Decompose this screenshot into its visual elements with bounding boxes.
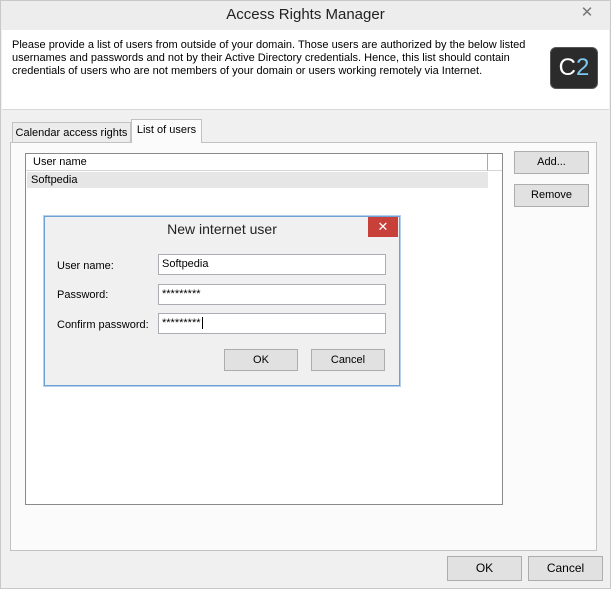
logo-letter: C xyxy=(558,54,576,81)
confirm-password-value: ********* xyxy=(162,317,201,329)
password-label: Password: xyxy=(57,289,109,301)
password-field[interactable]: ********* xyxy=(158,284,386,305)
logo-number: 2 xyxy=(575,54,590,81)
c2-logo: C2 xyxy=(550,47,598,89)
window-titlebar[interactable]: Access Rights Manager ✕ xyxy=(1,1,610,30)
window-title: Access Rights Manager xyxy=(226,6,385,23)
tab-list-of-users[interactable]: List of users xyxy=(131,119,202,143)
user-name-label: User name: xyxy=(57,260,114,272)
remove-user-button[interactable]: Remove xyxy=(514,184,589,207)
new-internet-user-dialog: New internet user ✕ User name: Softpedia… xyxy=(44,216,400,386)
user-name-field[interactable]: Softpedia xyxy=(158,254,386,275)
list-item[interactable]: Softpedia xyxy=(27,172,488,188)
confirm-password-label: Confirm password: xyxy=(57,319,149,331)
dialog-ok-button[interactable]: OK xyxy=(224,349,298,371)
text-caret xyxy=(201,317,203,330)
close-icon[interactable]: ✕ xyxy=(577,4,597,22)
dialog-title: New internet user xyxy=(167,221,277,237)
info-text: Please provide a list of users from outs… xyxy=(12,39,526,77)
cancel-button[interactable]: Cancel xyxy=(528,556,603,581)
dialog-cancel-button[interactable]: Cancel xyxy=(311,349,385,371)
ok-button[interactable]: OK xyxy=(447,556,522,581)
column-header-filler xyxy=(488,154,502,171)
column-header-user-name[interactable]: User name xyxy=(26,154,488,171)
tab-calendar-access-rights[interactable]: Calendar access rights xyxy=(12,122,131,144)
info-panel: Please provide a list of users from outs… xyxy=(2,30,609,110)
add-user-button[interactable]: Add... xyxy=(514,151,589,174)
access-rights-manager-window: Access Rights Manager ✕ Please provide a… xyxy=(0,0,611,589)
confirm-password-field[interactable]: ********* xyxy=(158,313,386,334)
dialog-titlebar[interactable]: New internet user ✕ xyxy=(45,217,399,241)
dialog-close-icon[interactable]: ✕ xyxy=(368,217,398,237)
